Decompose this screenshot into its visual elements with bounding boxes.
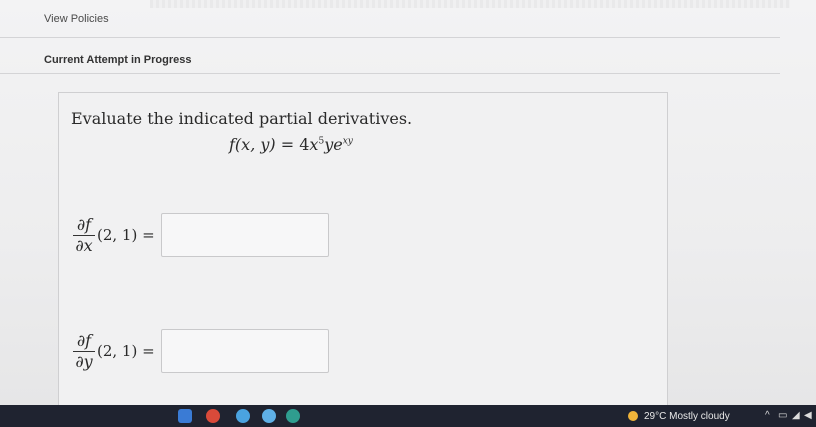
- function-y: y: [324, 135, 334, 154]
- question-prompt: Evaluate the indicated partial derivativ…: [71, 109, 413, 128]
- partial-x-numerator: ∂f: [76, 214, 92, 234]
- function-e-exponent: xy: [342, 136, 353, 147]
- weather-widget[interactable]: 29°C Mostly cloudy: [628, 406, 730, 426]
- app-icon[interactable]: [286, 409, 300, 423]
- partial-x-fraction: ∂f ∂x: [73, 214, 95, 255]
- volume-icon[interactable]: ◀: [804, 410, 812, 421]
- partial-x-row: ∂f ∂x (2, 1) =: [73, 213, 329, 257]
- weather-text: 29°C Mostly cloudy: [644, 410, 730, 422]
- battery-icon[interactable]: ▭: [778, 410, 787, 421]
- function-coef: 4: [299, 135, 310, 154]
- network-icon[interactable]: ◢: [792, 410, 800, 421]
- header-divider: [0, 37, 780, 38]
- function-e: e: [333, 135, 343, 154]
- browser-icon[interactable]: [206, 409, 220, 423]
- app-icon[interactable]: [236, 409, 250, 423]
- partial-y-denominator: ∂y: [75, 351, 93, 371]
- function-equals: =: [280, 135, 295, 154]
- taskbar-app-icon[interactable]: [178, 409, 192, 423]
- browser-viewport: View Policies Current Attempt in Progres…: [0, 0, 816, 424]
- partial-x-args: (2, 1) =: [97, 226, 155, 244]
- chevron-up-icon[interactable]: ^: [765, 410, 770, 421]
- partial-y-row: ∂f ∂y (2, 1) =: [73, 329, 329, 373]
- partial-y-numerator: ∂f: [76, 330, 92, 350]
- partial-y-args: (2, 1) =: [97, 342, 155, 360]
- partial-x-answer-input[interactable]: [160, 213, 329, 257]
- weather-icon: [628, 411, 638, 421]
- app-icon[interactable]: [262, 409, 276, 423]
- function-lhs: f(x, y): [229, 135, 276, 154]
- function-definition: f(x, y) = 4x5yexy: [229, 135, 353, 154]
- page-top-strip: [150, 0, 790, 8]
- partial-y-answer-input[interactable]: [160, 329, 329, 373]
- attempt-status: Current Attempt in Progress: [44, 54, 192, 66]
- attempt-divider: [0, 73, 780, 74]
- partial-x-denominator: ∂x: [75, 235, 93, 255]
- partial-y-fraction: ∂f ∂y: [73, 330, 95, 371]
- view-policies-link[interactable]: View Policies: [44, 13, 109, 25]
- question-card: Evaluate the indicated partial derivativ…: [58, 92, 668, 424]
